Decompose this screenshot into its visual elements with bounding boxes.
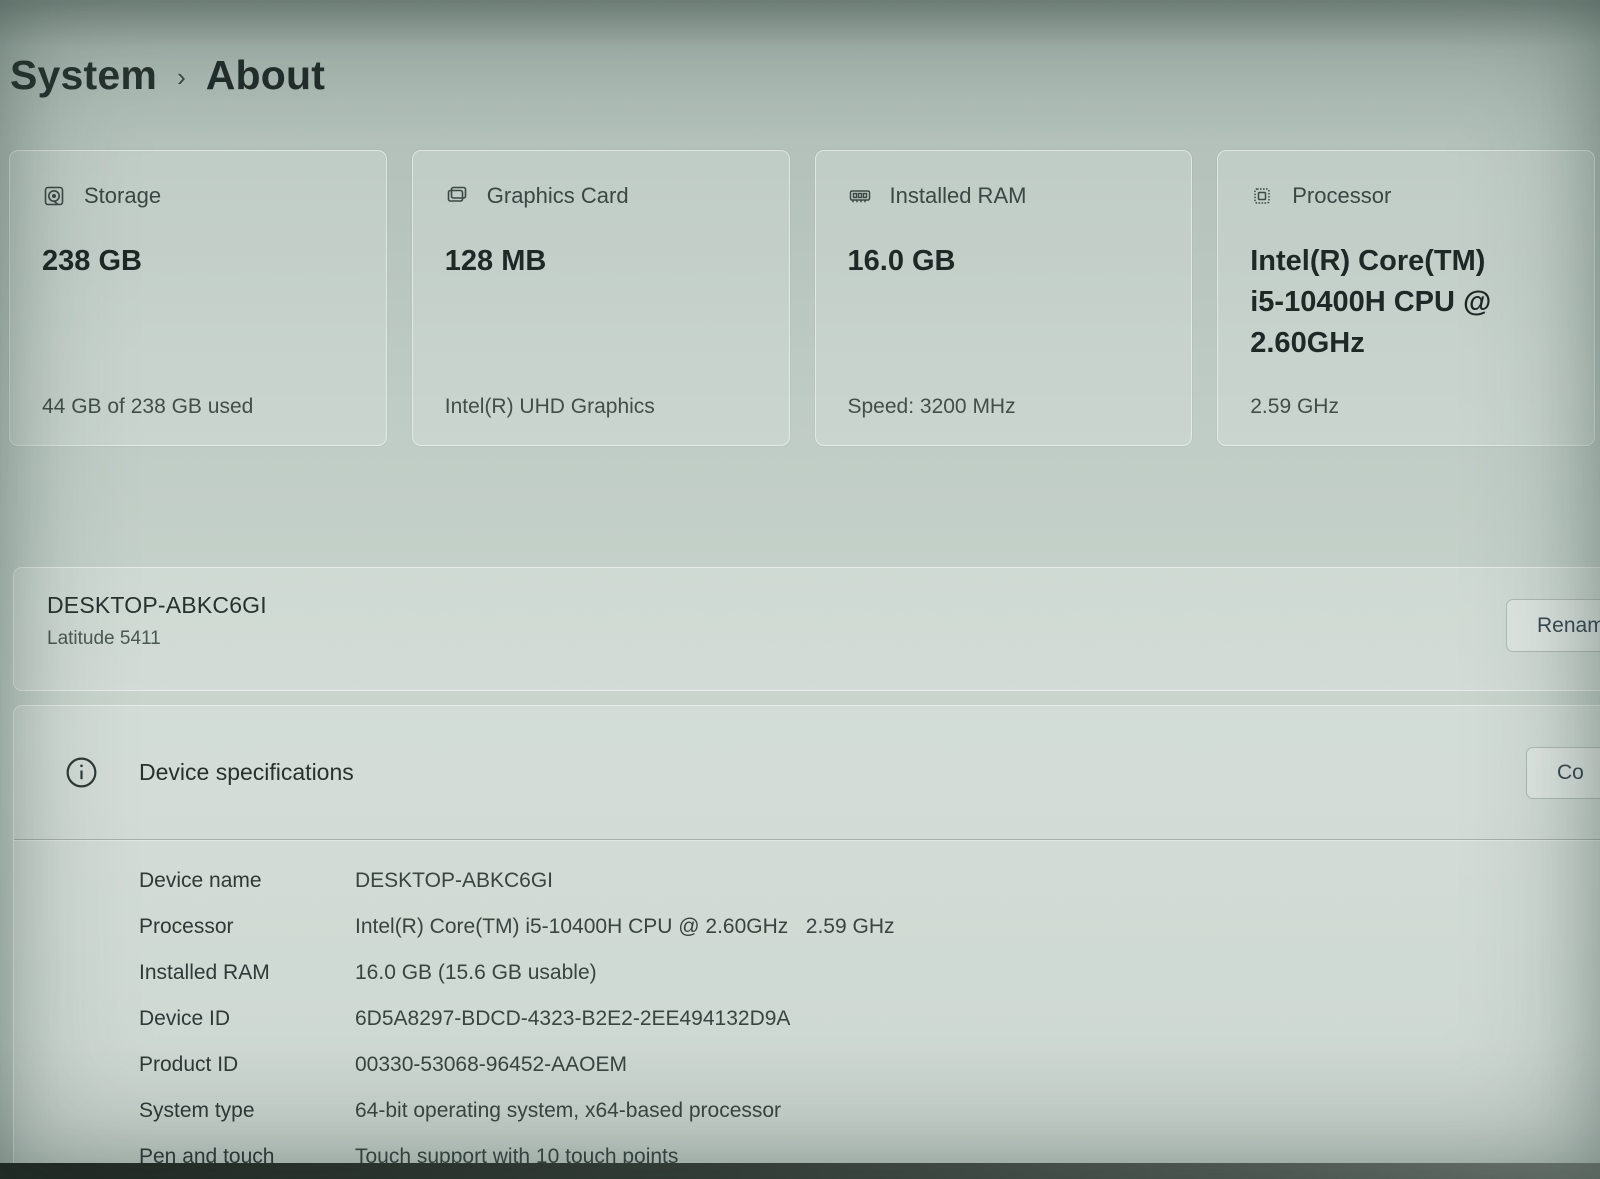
storage-card[interactable]: Storage 238 GB 44 GB of 238 GB used [9, 150, 387, 446]
graphics-card-label: Graphics Card [487, 183, 629, 209]
processor-card-label: Processor [1292, 183, 1391, 209]
installed-ram-value: 16.0 GB [848, 241, 1098, 282]
device-specifications-title: Device specifications [139, 759, 354, 786]
spec-label: Installed RAM [139, 961, 355, 985]
processor-icon [1250, 184, 1274, 208]
device-specifications-header[interactable]: Device specifications Co [14, 706, 1600, 839]
settings-about-page: System › About Storage 238 GB 44 GB of 2… [0, 0, 1600, 1179]
info-icon [64, 755, 99, 790]
table-row: System type 64-bit operating system, x64… [139, 1088, 1600, 1134]
device-specifications-panel: Device specifications Co Device name DES… [13, 705, 1600, 1179]
installed-ram-caption: Speed: 3200 MHz [848, 395, 1016, 419]
rename-pc-button[interactable]: Renam [1506, 599, 1600, 652]
table-row: Device name DESKTOP-ABKC6GI [139, 858, 1600, 904]
processor-card-value: Intel(R) Core(TM) i5-10400H CPU @ 2.60GH… [1250, 241, 1500, 365]
chevron-right-icon: › [175, 62, 188, 93]
table-row: Device ID 6D5A8297-BDCD-4323-B2E2-2EE494… [139, 996, 1600, 1042]
graphics-card-caption: Intel(R) UHD Graphics [445, 395, 655, 419]
spec-value: Intel(R) Core(TM) i5-10400H CPU @ 2.60GH… [355, 915, 894, 939]
graphics-card-card[interactable]: Graphics Card 128 MB Intel(R) UHD Graphi… [412, 150, 790, 446]
device-name: DESKTOP-ABKC6GI [47, 592, 1600, 619]
spec-label: Device ID [139, 1007, 355, 1031]
storage-card-label: Storage [84, 183, 161, 209]
spec-label: System type [139, 1099, 355, 1123]
processor-card[interactable]: Processor Intel(R) Core(TM) i5-10400H CP… [1217, 150, 1595, 446]
ram-icon [848, 184, 872, 208]
device-model: Latitude 5411 [47, 628, 1600, 650]
storage-card-value: 238 GB [42, 241, 292, 282]
spec-label: Product ID [139, 1053, 355, 1077]
graphics-card-icon [445, 184, 469, 208]
spec-value: 6D5A8297-BDCD-4323-B2E2-2EE494132D9A [355, 1007, 790, 1031]
summary-cards: Storage 238 GB 44 GB of 238 GB used Grap… [9, 150, 1595, 446]
table-row: Installed RAM 16.0 GB (15.6 GB usable) [139, 950, 1600, 996]
installed-ram-label: Installed RAM [890, 183, 1027, 209]
screen-photo-bottom-edge [0, 1163, 1600, 1179]
spec-value: DESKTOP-ABKC6GI [355, 869, 553, 893]
breadcrumb: System › About [10, 52, 325, 99]
storage-card-caption: 44 GB of 238 GB used [42, 395, 253, 419]
device-name-bar: DESKTOP-ABKC6GI Latitude 5411 Renam [13, 567, 1600, 691]
spec-table: Device name DESKTOP-ABKC6GI Processor In… [14, 840, 1600, 1179]
table-row: Processor Intel(R) Core(TM) i5-10400H CP… [139, 904, 1600, 950]
copy-button[interactable]: Co [1526, 747, 1600, 799]
page-title: About [206, 52, 325, 99]
graphics-card-value: 128 MB [445, 241, 695, 282]
spec-label: Device name [139, 869, 355, 893]
spec-value: 64-bit operating system, x64-based proce… [355, 1099, 781, 1123]
processor-card-caption: 2.59 GHz [1250, 395, 1339, 419]
spec-value: 16.0 GB (15.6 GB usable) [355, 961, 597, 985]
breadcrumb-system-link[interactable]: System [10, 52, 157, 99]
spec-value: 00330-53068-96452-AAOEM [355, 1053, 627, 1077]
storage-disk-icon [42, 184, 66, 208]
spec-label: Processor [139, 915, 355, 939]
installed-ram-card[interactable]: Installed RAM 16.0 GB Speed: 3200 MHz [815, 150, 1193, 446]
table-row: Product ID 00330-53068-96452-AAOEM [139, 1042, 1600, 1088]
